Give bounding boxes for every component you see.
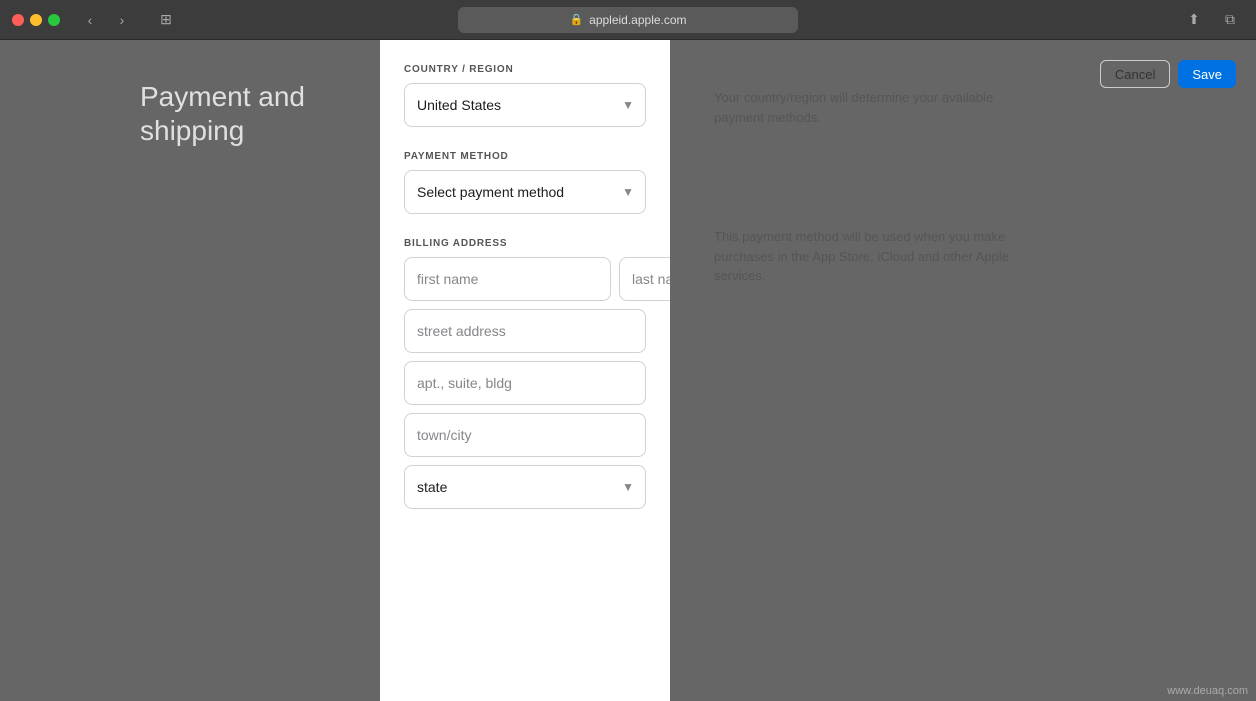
state-select[interactable]: state: [404, 465, 646, 509]
form-panel: COUNTRY / REGION United States ▼ PAYMENT…: [380, 40, 670, 701]
payment-method-select[interactable]: Select payment method: [404, 170, 646, 214]
name-row: [404, 257, 646, 301]
browser-actions: ⬆ ⧉: [1180, 9, 1244, 31]
tabs-button[interactable]: ⧉: [1216, 9, 1244, 31]
watermark: www.deuaq.com: [1167, 685, 1248, 697]
country-select-wrapper: United States ▼: [404, 83, 646, 127]
save-button[interactable]: Save: [1178, 60, 1236, 88]
first-name-input[interactable]: [404, 257, 611, 301]
page-title: Payment and shipping: [140, 80, 380, 147]
top-actions: Cancel Save: [1100, 60, 1236, 88]
billing-address-label: BILLING ADDRESS: [404, 238, 646, 249]
country-region-label: COUNTRY / REGION: [404, 64, 646, 75]
address-bar[interactable]: 🔒 appleid.apple.com: [458, 7, 798, 33]
fullscreen-button[interactable]: [48, 14, 60, 26]
right-info-panel: Your country/region will determine your …: [690, 40, 1070, 310]
cancel-button[interactable]: Cancel: [1100, 60, 1170, 88]
country-select[interactable]: United States: [404, 83, 646, 127]
address-bar-wrapper: 🔒 appleid.apple.com: [458, 7, 798, 33]
payment-method-label: PAYMENT METHOD: [404, 151, 646, 162]
state-select-wrapper: state ▼: [404, 465, 646, 509]
left-sidebar: Payment and shipping: [0, 40, 380, 701]
last-name-input[interactable]: [619, 257, 670, 301]
payment-select-wrapper: Select payment method ▼: [404, 170, 646, 214]
country-info-text: Your country/region will determine your …: [714, 88, 1046, 127]
page-content: Payment and shipping COUNTRY / REGION Un…: [0, 40, 1256, 701]
forward-button[interactable]: ›: [108, 9, 136, 31]
street-address-input[interactable]: [404, 309, 646, 353]
browser-chrome: ‹ › ⊞ 🔒 appleid.apple.com ⬆ ⧉: [0, 0, 1256, 40]
close-button[interactable]: [12, 14, 24, 26]
traffic-lights: [12, 14, 60, 26]
lock-icon: 🔒: [569, 13, 583, 26]
minimize-button[interactable]: [30, 14, 42, 26]
tab-bar: ⊞: [152, 9, 180, 31]
payment-info-text: This payment method will be used when yo…: [714, 227, 1046, 286]
share-button[interactable]: ⬆: [1180, 9, 1208, 31]
url-text: appleid.apple.com: [589, 13, 686, 27]
back-button[interactable]: ‹: [76, 9, 104, 31]
nav-buttons: ‹ ›: [76, 9, 136, 31]
city-input[interactable]: [404, 413, 646, 457]
sidebar-toggle[interactable]: ⊞: [152, 9, 180, 31]
apt-suite-input[interactable]: [404, 361, 646, 405]
